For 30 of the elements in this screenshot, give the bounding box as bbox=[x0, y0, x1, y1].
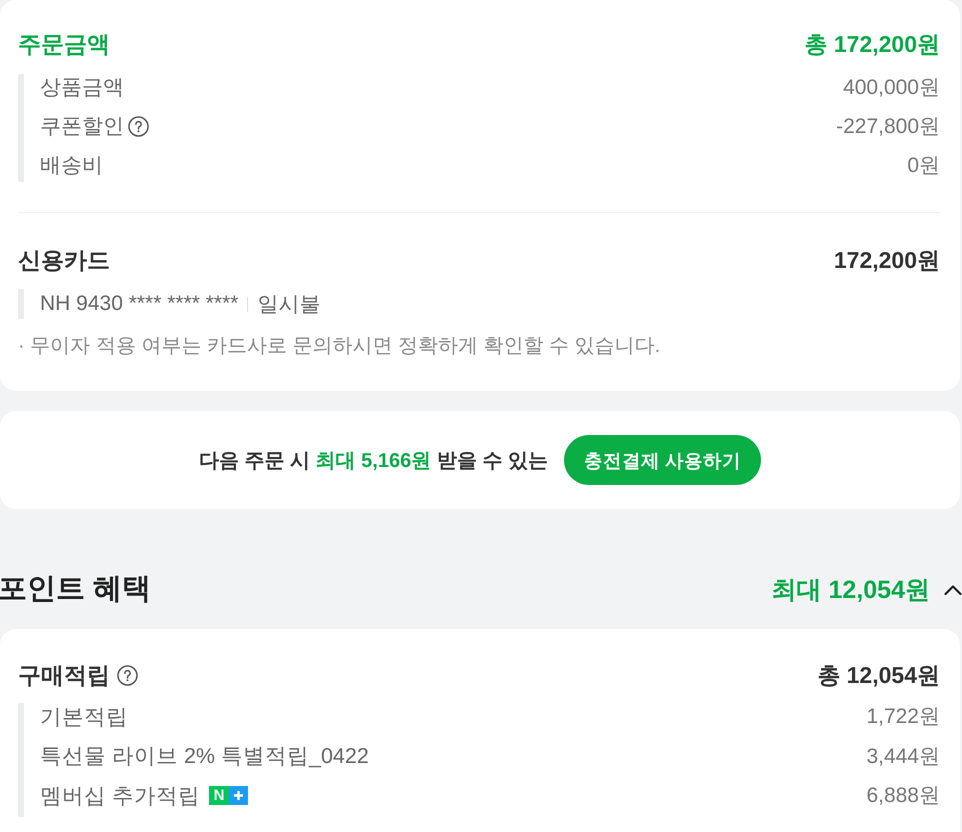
plus-icon bbox=[228, 786, 248, 804]
section-title: 포인트 혜택 bbox=[0, 572, 152, 607]
purchase-points-total: 총 12,054원 bbox=[817, 660, 940, 690]
amount-value: 0원 bbox=[907, 153, 940, 179]
amount-label: 상품금액 bbox=[40, 75, 124, 101]
purchase-points-title: 구매적립 bbox=[18, 660, 110, 690]
order-amount-total: 총 172,200원 bbox=[804, 30, 940, 58]
membership-mark: N bbox=[208, 786, 229, 804]
chevron-up-icon[interactable] bbox=[944, 584, 962, 594]
amount-label: 쿠폰할인 bbox=[40, 114, 124, 140]
points-value: 1,722원 bbox=[866, 704, 940, 730]
card-number: NH 9430 **** **** **** bbox=[40, 292, 238, 316]
amount-value: 400,000원 bbox=[843, 75, 940, 101]
installment-text: 일시불 bbox=[257, 292, 320, 318]
help-icon[interactable] bbox=[128, 116, 149, 136]
points-label: 특선물 라이브 2% 특별적립_0422 bbox=[40, 743, 369, 770]
charge-pay-button[interactable]: 충전결제 사용하기 bbox=[564, 435, 762, 485]
points-value: 6,888원 bbox=[866, 783, 940, 809]
amount-value: -227,800원 bbox=[836, 114, 940, 140]
amount-label: 배송비 bbox=[40, 153, 103, 179]
order-amount-title: 주문금액 bbox=[18, 30, 110, 58]
help-icon[interactable] bbox=[117, 664, 138, 686]
payment-amount: 172,200원 bbox=[834, 246, 940, 274]
payment-method: 신용카드 bbox=[18, 246, 110, 274]
points-total: 최대 12,054원 bbox=[772, 574, 930, 606]
points-value: 3,444원 bbox=[866, 744, 940, 770]
interest-free-note: · 무이자 적용 여부는 카드사로 문의하시면 정확하게 확인할 수 있습니다. bbox=[18, 334, 662, 358]
points-label: 기본적립 bbox=[40, 704, 128, 730]
points-label: 멤버십 추가적립 bbox=[40, 782, 200, 810]
promo-text: 다음 주문 시 최대 5,166원 받을 수 있는 bbox=[198, 448, 548, 474]
